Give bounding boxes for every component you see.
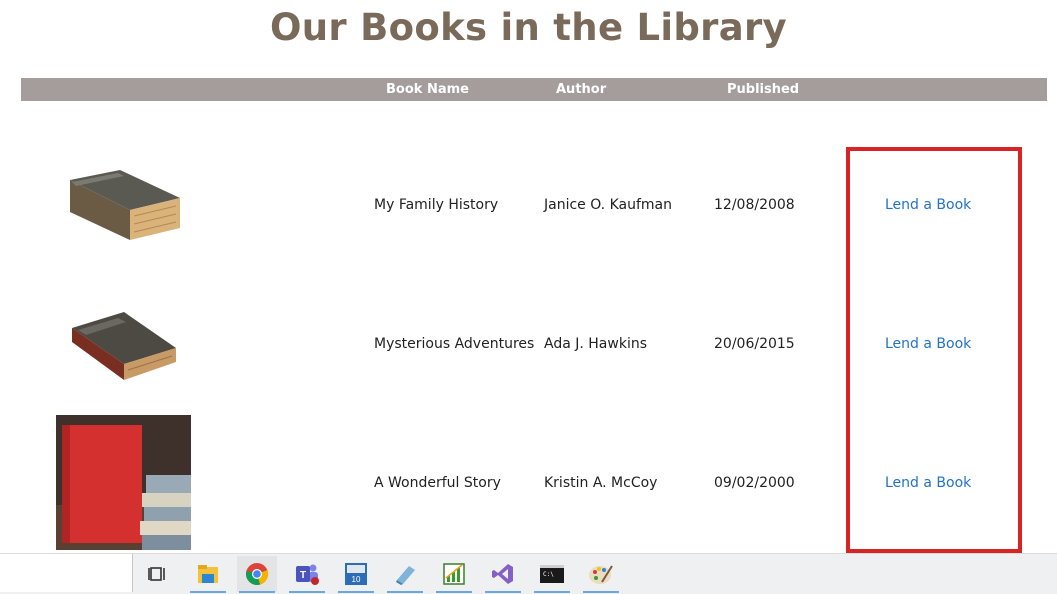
chart-app-icon[interactable] bbox=[434, 556, 474, 593]
header-book-name: Book Name bbox=[386, 82, 469, 97]
book-author: Kristin A. McCoy bbox=[544, 475, 658, 491]
book-name: A Wonderful Story bbox=[374, 475, 501, 491]
svg-text:C:\: C:\ bbox=[543, 571, 554, 578]
header-published: Published bbox=[727, 82, 800, 97]
old-leather-book-icon bbox=[72, 312, 176, 380]
page-title: Our Books in the Library bbox=[270, 6, 787, 49]
book-published: 09/02/2000 bbox=[714, 475, 795, 491]
book-author: Janice O. Kaufman bbox=[544, 197, 672, 213]
book-name: My Family History bbox=[374, 197, 499, 213]
visual-studio-icon[interactable] bbox=[483, 556, 523, 593]
old-brown-book-icon bbox=[70, 170, 180, 240]
header-author: Author bbox=[556, 82, 607, 97]
svg-text:10: 10 bbox=[352, 575, 361, 584]
lend-book-link[interactable]: Lend a Book bbox=[885, 195, 971, 215]
table-row: My Family History Janice O. Kaufman 12/0… bbox=[0, 140, 1057, 280]
file-explorer-icon[interactable] bbox=[188, 556, 228, 593]
table-row: Mysterious Adventures Ada J. Hawkins 20/… bbox=[0, 280, 1057, 418]
red-book-photo bbox=[56, 415, 191, 550]
teams-icon[interactable]: T bbox=[287, 556, 327, 593]
table-row: A Wonderful Story Kristin A. McCoy 09/02… bbox=[0, 415, 1057, 553]
paint-icon[interactable] bbox=[581, 556, 621, 593]
chrome-icon[interactable] bbox=[237, 556, 277, 593]
svg-text:T: T bbox=[300, 570, 306, 581]
lend-book-link[interactable]: Lend a Book bbox=[885, 334, 971, 354]
book-name: Mysterious Adventures bbox=[374, 336, 535, 352]
book-published: 12/08/2008 bbox=[714, 197, 795, 213]
book-author: Ada J. Hawkins bbox=[544, 336, 647, 352]
taskbar: T 10 C:\ bbox=[0, 553, 1057, 594]
book-published: 20/06/2015 bbox=[714, 336, 795, 352]
terminal-icon[interactable]: C:\ bbox=[532, 556, 572, 593]
calculator-app-icon[interactable]: 10 bbox=[336, 556, 376, 593]
notepad-app-icon[interactable] bbox=[385, 556, 425, 593]
lend-book-link[interactable]: Lend a Book bbox=[885, 473, 971, 493]
task-view-icon[interactable] bbox=[138, 556, 178, 592]
table-header: Book Name Author Published bbox=[21, 78, 1047, 101]
taskbar-search-box[interactable] bbox=[0, 554, 133, 592]
